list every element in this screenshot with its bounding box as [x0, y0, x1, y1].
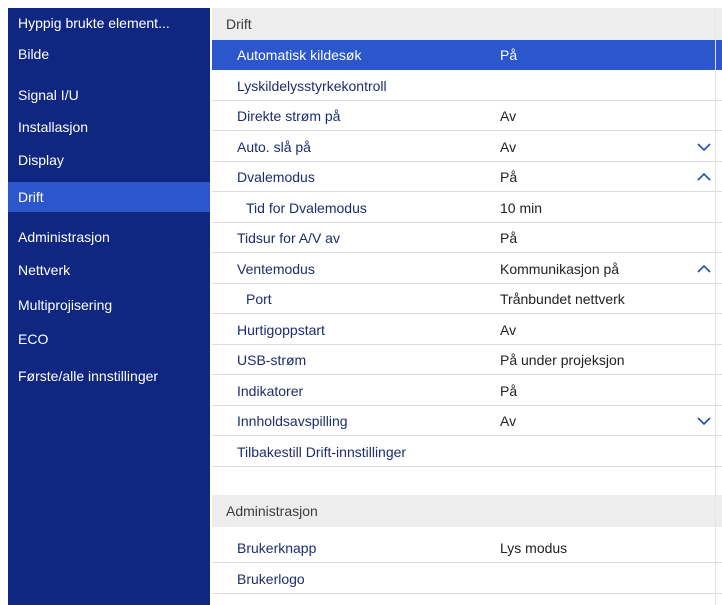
- setting-row-indikatorer[interactable]: Indikatorer På: [212, 376, 722, 406]
- sidebar-item-multiprojisering[interactable]: Multiprojisering: [8, 290, 210, 320]
- sidebar-item-drift[interactable]: Drift: [8, 182, 210, 212]
- setting-value: På: [500, 169, 518, 185]
- setting-label: Indikatorer: [237, 382, 304, 399]
- setting-value: Av: [500, 108, 517, 124]
- setting-row-innholdsavspilling[interactable]: Innholdsavspilling Av: [212, 406, 722, 436]
- setting-value: Av: [500, 138, 517, 155]
- setting-value: På under projeksjon: [500, 352, 625, 368]
- setting-value: Lys modus: [500, 540, 568, 556]
- setting-row-tilbakestill-drift-innstillinger[interactable]: Tilbakestill Drift-innstillinger: [212, 437, 722, 467]
- setting-row-tid-for-dvalemodus[interactable]: Tid for Dvalemodus 10 min: [212, 193, 722, 223]
- chevron-up-icon[interactable]: [696, 171, 712, 183]
- setting-label: Direkte strøm på: [237, 108, 341, 124]
- sidebar-item-label: Display: [18, 152, 64, 168]
- setting-row-lyskildelysstyrkekontroll[interactable]: Lyskildelysstyrkekontroll: [212, 71, 722, 101]
- sidebar-item-label: Signal I/U: [18, 87, 79, 103]
- sidebar-item-hyppig-brukte-element[interactable]: Hyppig brukte element...: [8, 8, 210, 38]
- sidebar-item-label: Multiprojisering: [18, 297, 113, 313]
- setting-label: Brukerlogo: [237, 570, 305, 587]
- setting-label: Brukerknapp: [237, 540, 317, 556]
- setting-value: 10 min: [500, 199, 543, 216]
- setting-label: Innholdsavspilling: [237, 413, 348, 429]
- setting-label: Dvalemodus: [237, 169, 315, 185]
- setting-label: USB-strøm: [237, 352, 307, 368]
- sidebar-item-label: Første/alle innstillinger: [18, 368, 159, 384]
- sidebar-item-display[interactable]: Display: [8, 145, 210, 175]
- setting-label: Automatisk kildesøk: [237, 47, 362, 63]
- setting-row-brukerknapp[interactable]: Brukerknapp Lys modus: [212, 533, 722, 563]
- setting-value: På: [500, 230, 518, 246]
- sidebar-item-label: Hyppig brukte element...: [18, 15, 170, 31]
- setting-label: Tid for Dvalemodus: [246, 199, 367, 216]
- sidebar-item-administrasjon[interactable]: Administrasjon: [8, 222, 210, 252]
- sidebar-item-nettverk[interactable]: Nettverk: [8, 255, 210, 285]
- sidebar-item-eco[interactable]: ECO: [8, 324, 210, 354]
- settings-panel: Drift Automatisk kildesøk På Lyskildelyssty…: [210, 8, 722, 605]
- setting-label: Tilbakestill Drift-innstillinger: [237, 443, 407, 460]
- sidebar-item-label: Drift: [18, 189, 44, 205]
- sidebar-item-label: Installasjon: [18, 119, 89, 135]
- setting-label: Tidsur for A/V av: [237, 230, 340, 246]
- sidebar-item-label: Bilde: [18, 46, 50, 62]
- setting-row-port[interactable]: Port Trånbundet nettverk: [212, 284, 722, 314]
- sidebar-item-label: Administrasjon: [18, 229, 110, 245]
- setting-label: Ventemodus: [237, 260, 315, 277]
- setting-row-automatisk-kildes-k[interactable]: Automatisk kildesøk På: [212, 40, 722, 70]
- chevron-up-icon[interactable]: [696, 263, 712, 275]
- sidebar-item-label: Nettverk: [18, 262, 71, 278]
- sidebar: Hyppig brukte element... Bilde Signal I/U I…: [8, 8, 210, 605]
- setting-row-dvalemodus[interactable]: Dvalemodus På: [212, 162, 722, 192]
- setting-row-direkte-str-m-p[interactable]: Direkte strøm på Av: [212, 101, 722, 131]
- setting-value: Trånbundet nettverk: [500, 291, 625, 307]
- setting-label: Auto. slå på: [237, 138, 311, 155]
- setting-row-auto-sl-p[interactable]: Auto. slå på Av: [212, 132, 722, 162]
- setting-value: På: [500, 47, 518, 63]
- setting-value: Av: [500, 321, 517, 338]
- section-header-administrasjon: Administrasjon: [212, 495, 722, 527]
- setting-label: Hurtigoppstart: [237, 321, 325, 338]
- sidebar-item-signal-i-u[interactable]: Signal I/U: [8, 80, 210, 110]
- sidebar-item-f-rste-alle-innstillinger[interactable]: Første/alle innstillinger: [8, 361, 210, 391]
- setting-row-hurtigoppstart[interactable]: Hurtigoppstart Av: [212, 315, 722, 345]
- section-header-drift: Drift: [212, 8, 722, 40]
- setting-value: På: [500, 382, 518, 399]
- setting-value: Av: [500, 413, 517, 429]
- setting-row-brukerlogo[interactable]: Brukerlogo: [212, 564, 722, 594]
- chevron-down-icon[interactable]: [696, 141, 712, 153]
- setting-value: Kommunikasjon på: [500, 260, 620, 277]
- sidebar-item-label: ECO: [18, 331, 49, 347]
- sidebar-item-installasjon[interactable]: Installasjon: [8, 112, 210, 142]
- setting-row-usb-str-m[interactable]: USB-strøm På under projeksjon: [212, 345, 722, 375]
- chevron-down-icon[interactable]: [696, 415, 712, 427]
- sidebar-item-bilde[interactable]: Bilde: [8, 39, 210, 69]
- setting-label: Port: [246, 291, 272, 307]
- setting-label: Lyskildelysstyrkekontroll: [237, 77, 387, 94]
- scrollbar[interactable]: [715, 8, 716, 605]
- setting-row-tidsur-for-a-v-av[interactable]: Tidsur for A/V av På: [212, 223, 722, 253]
- projector-menu-window: Hyppig brukte element... Bilde Signal I/U I…: [0, 0, 722, 605]
- setting-row-ventemodus[interactable]: Ventemodus Kommunikasjon på: [212, 254, 722, 284]
